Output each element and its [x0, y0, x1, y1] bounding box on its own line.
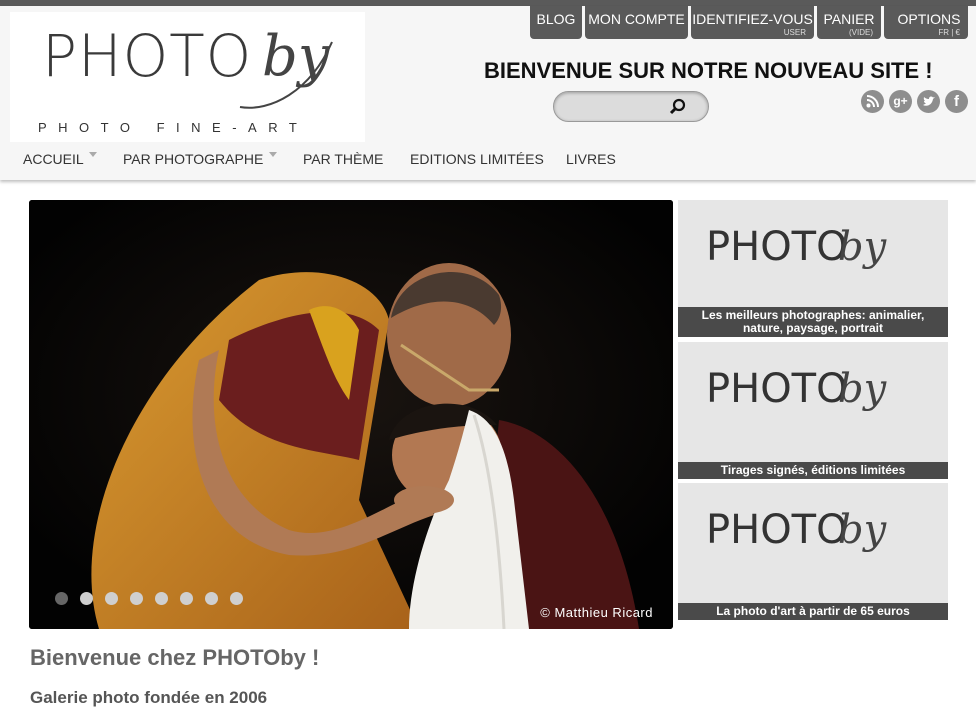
- slider-dot[interactable]: [205, 592, 218, 605]
- rss-icon[interactable]: [861, 90, 884, 113]
- magnifier-icon[interactable]: [668, 97, 688, 117]
- nav-accueil[interactable]: ACCUEIL: [23, 151, 84, 167]
- topnav-label: PANIER: [823, 11, 875, 27]
- chevron-down-icon[interactable]: [269, 152, 277, 157]
- panel-logo-by: by: [838, 507, 887, 553]
- social-glyph: g+: [893, 94, 908, 108]
- panel-logo: PHOTO: [706, 366, 848, 412]
- panel-caption: Tirages signés, éditions limitées: [678, 462, 948, 479]
- google-plus-icon[interactable]: g+: [889, 90, 912, 113]
- twitter-icon[interactable]: [917, 90, 940, 113]
- social-glyph: f: [954, 93, 959, 110]
- topnav-sublabel: FR | €: [938, 28, 960, 37]
- nav-livres[interactable]: LIVRES: [566, 151, 616, 167]
- topnav-blog[interactable]: BLOG: [530, 6, 582, 39]
- panel-caption: Les meilleurs photographes: animalier, n…: [678, 307, 948, 337]
- logo-word: PHOTO: [42, 22, 253, 90]
- topnav-label: OPTIONS: [897, 11, 961, 27]
- photo-credit: © Matthieu Ricard: [540, 605, 653, 620]
- topnav-panier[interactable]: PANIER (VIDE): [817, 6, 881, 39]
- slider-dot[interactable]: [105, 592, 118, 605]
- topnav-sublabel: (VIDE): [849, 28, 873, 37]
- topnav-label: MON COMPTE: [588, 11, 685, 27]
- hero-photo: [29, 200, 673, 629]
- logo-swoosh-icon: [239, 41, 333, 109]
- side-panel-art-prices[interactable]: PHOTO by La photo d'art à partir de 65 e…: [678, 483, 948, 620]
- panel-caption: La photo d'art à partir de 65 euros: [678, 603, 948, 620]
- slider-dot[interactable]: [180, 592, 193, 605]
- welcome-banner: BIENVENUE SUR NOTRE NOUVEAU SITE !: [484, 58, 933, 83]
- slider-dot[interactable]: [80, 592, 93, 605]
- side-panel-limited-editions[interactable]: PHOTO by Tirages signés, éditions limité…: [678, 342, 948, 479]
- nav-par-theme[interactable]: PAR THÈME: [303, 151, 383, 167]
- topnav-identifiez-vous[interactable]: IDENTIFIEZ-VOUS USER: [691, 6, 814, 39]
- side-panel-photographers[interactable]: PHOTO by Les meilleurs photographes: ani…: [678, 200, 948, 337]
- facebook-icon[interactable]: f: [945, 90, 968, 113]
- topnav-mon-compte[interactable]: MON COMPTE: [585, 6, 688, 39]
- panel-logo-by: by: [838, 224, 887, 270]
- slider-dot[interactable]: [130, 592, 143, 605]
- panel-logo: PHOTO: [706, 507, 848, 553]
- nav-par-photographe[interactable]: PAR PHOTOGRAPHE: [123, 151, 263, 167]
- hero-slider[interactable]: © Matthieu Ricard: [29, 200, 673, 629]
- page-subheading: Galerie photo fondée en 2006: [30, 688, 268, 707]
- site-logo[interactable]: PHOTO by PHOTO FINE-ART: [10, 12, 365, 142]
- slider-dot[interactable]: [230, 592, 243, 605]
- panel-logo-by: by: [838, 366, 887, 412]
- search-input[interactable]: [553, 91, 709, 122]
- topnav-label: BLOG: [536, 11, 576, 27]
- topnav-sublabel: USER: [783, 28, 806, 37]
- topnav-options[interactable]: OPTIONS FR | €: [884, 6, 968, 39]
- chevron-down-icon[interactable]: [89, 152, 97, 157]
- panel-logo: PHOTO: [706, 224, 848, 270]
- nav-editions-limitees[interactable]: EDITIONS LIMITÉES: [410, 151, 544, 167]
- topnav-label: IDENTIFIEZ-VOUS: [692, 11, 813, 27]
- logo-tagline: PHOTO FINE-ART: [38, 120, 309, 135]
- slider-dot[interactable]: [55, 592, 68, 605]
- slider-dot[interactable]: [155, 592, 168, 605]
- page-heading: Bienvenue chez PHOTOby !: [30, 645, 320, 670]
